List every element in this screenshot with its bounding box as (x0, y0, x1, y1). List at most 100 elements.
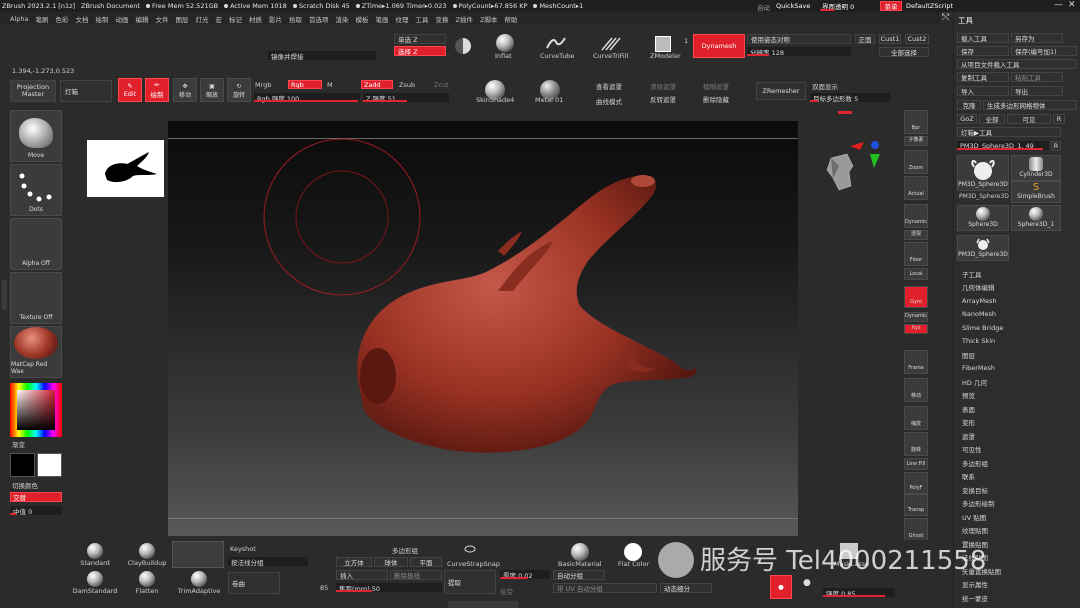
thumb-sphere3d-1[interactable]: Sphere3D_1 (1011, 205, 1061, 231)
curvetube-icon[interactable] (545, 34, 567, 52)
right-tool-button[interactable]: PolyF (904, 472, 928, 494)
tool-submenu-item[interactable]: 几何体编辑 (954, 281, 1074, 295)
menu-item[interactable]: 色彩 (55, 14, 68, 24)
switch-color-button[interactable]: 切换颜色 (12, 480, 38, 490)
select-z-button[interactable]: 选择 Z (394, 46, 446, 56)
basic-material-icon[interactable] (571, 543, 589, 561)
invert-mask-button[interactable]: 反转遮罩 (650, 94, 676, 104)
draw-mode-button[interactable]: ✏ 绘制 (145, 78, 169, 102)
thumb-cylinder3d[interactable]: Cylinder3D (1011, 155, 1061, 181)
tool-submenu-item[interactable]: UV 贴图 (954, 510, 1074, 524)
stroke-dots-thumb[interactable]: Dots (10, 164, 62, 216)
right-tool-button[interactable]: Frame (904, 350, 928, 374)
right-tool-button[interactable]: Line Fill (904, 458, 928, 470)
m-toggle[interactable]: M (327, 81, 333, 89)
tool-submenu-item[interactable]: 子工具 (954, 267, 1074, 281)
zcut-toggle[interactable]: Zcut (434, 81, 449, 89)
menu-item[interactable]: 模板 (355, 14, 368, 24)
brush-thumb[interactable]: TrimAdaptive (174, 568, 224, 595)
double-sided-button[interactable]: 双面显示 (812, 81, 838, 91)
minimize-icon[interactable]: — (1054, 0, 1063, 10)
rgb-strength-slider[interactable]: Rgb 强度 100 (254, 93, 360, 103)
load-from-project-button[interactable]: 从项目文件载入工具 (957, 59, 1077, 69)
right-tool-button[interactable]: 旋转 (904, 432, 928, 456)
lightbox-tool-button[interactable]: 灯箱▶工具 (957, 127, 1061, 137)
rgb-toggle[interactable]: Rgb (288, 80, 322, 89)
left-tray-handle[interactable] (2, 280, 7, 310)
make-polymesh-button[interactable]: 生成多边形网格物体 (983, 100, 1077, 110)
right-tool-button[interactable]: Actual (904, 176, 928, 200)
light-toggle-button[interactable]: ● (770, 575, 792, 599)
right-tool-button[interactable]: 子像素 (904, 136, 928, 146)
close-icon[interactable]: ✕ (1068, 0, 1076, 10)
menu-item[interactable]: 图层 (175, 14, 188, 24)
tool-submenu-item[interactable]: 变换目标 (954, 483, 1074, 497)
tool-submenu-item[interactable]: 遮罩 (954, 429, 1074, 443)
goz-r-button[interactable]: R (1053, 114, 1065, 124)
normal-split-button[interactable]: 按法线分组 (228, 557, 308, 567)
export-button[interactable]: 导出 (1011, 86, 1063, 96)
tool-submenu-item[interactable]: 图层 (954, 348, 1074, 362)
pin-icon[interactable]: ⤲ (942, 13, 949, 23)
tool-submenu-item[interactable]: FiberMesh (954, 362, 1074, 376)
scale-mode-button[interactable]: ▣ 缩放 (200, 78, 224, 102)
symmetry-toggle-icon[interactable] (455, 38, 471, 54)
accept-button[interactable]: 接受 (500, 586, 513, 596)
menu-item[interactable]: 宏 (215, 14, 222, 24)
menu-button[interactable]: 菜单 (880, 1, 902, 11)
menu-item[interactable]: 纹理 (395, 14, 408, 24)
brush-thumb[interactable]: Standard (70, 540, 120, 567)
keyshot-button[interactable]: Keyshot (230, 545, 256, 553)
rotate-mode-button[interactable]: ↻ 旋转 (227, 78, 251, 102)
use-pose-symmetry-button[interactable]: 使用姿态对称 (747, 34, 851, 44)
menu-item[interactable]: 帮助 (504, 14, 517, 24)
right-tool-button[interactable]: Xyz (904, 324, 928, 334)
insert-button[interactable]: 插入 (336, 570, 388, 580)
thumb-sphere3d[interactable]: Sphere3D (957, 205, 1009, 231)
menu-item[interactable]: 渲染 (335, 14, 348, 24)
tool-submenu-item[interactable]: 表面 (954, 402, 1074, 416)
clear-mask-button[interactable]: 清除遮罩 (650, 81, 676, 91)
focal-length-slider[interactable]: 焦距(mm) 50 (336, 583, 442, 593)
move-mode-button[interactable]: ✥ 移动 (173, 78, 197, 102)
flat-color-icon[interactable] (624, 543, 642, 561)
delete-poles-button[interactable]: 删除极线 (390, 570, 442, 580)
zremesher-button[interactable]: ZRemesher (756, 82, 806, 100)
save-button[interactable]: 保存 (957, 46, 1009, 56)
menu-item[interactable]: 标记 (229, 14, 242, 24)
menu-item[interactable]: 文件 (155, 14, 168, 24)
resolution-slider[interactable]: 分辨率 128 (747, 47, 851, 57)
axis-gizmo[interactable] (848, 138, 882, 172)
menu-item[interactable]: 动画 (115, 14, 128, 24)
tool-submenu-item[interactable]: 显示属性 (954, 578, 1074, 592)
brush-thumb[interactable]: DamStandard (70, 568, 120, 595)
edit-mode-button[interactable]: ✎ Edit (118, 78, 142, 102)
brush-thumb[interactable]: ClayBuildup (122, 540, 172, 567)
main-color-swatch[interactable] (10, 453, 35, 477)
dynamic-subdiv-button[interactable]: 动态细分 (660, 583, 712, 593)
select-all-button[interactable]: 全部选择 (879, 47, 929, 57)
goz-visible-button[interactable]: 可见 (1007, 114, 1051, 124)
bottom-scroll-handle[interactable] (448, 601, 518, 608)
thumb-pm3d-sphere-1[interactable]: PM3D_Sphere3D (957, 155, 1009, 191)
thumb-pm3d-sphere-2[interactable]: PM3D_Sphere3D (957, 235, 1009, 261)
menu-item[interactable]: 影片 (269, 14, 282, 24)
blur-mask-button[interactable]: 模糊遮罩 (703, 81, 729, 91)
zmodeler-icon[interactable] (655, 36, 671, 52)
right-tool-button[interactable]: Dynamic (904, 204, 928, 228)
delete-hidden-button[interactable]: 删除隐藏 (703, 94, 729, 104)
menu-item[interactable]: 变换 (435, 14, 448, 24)
paste-tool-button[interactable]: 粘贴工具 (1011, 72, 1063, 82)
lightbox-button[interactable]: 灯箱 (60, 80, 112, 102)
front-button[interactable]: 正面 (855, 34, 875, 44)
z-strength-slider[interactable]: Z 强度 51 (363, 93, 449, 103)
auto-group-uv-button[interactable]: 带 UV 自动分组 (553, 583, 657, 593)
auto-group-button[interactable]: 自动分组 (553, 570, 605, 580)
save-as-button[interactable]: 另存为 (1011, 33, 1063, 43)
menu-item[interactable]: 笔画 (375, 14, 388, 24)
gradient-toggle[interactable]: 渐变 (12, 439, 25, 449)
viewport-canvas[interactable] (168, 121, 798, 536)
dynamesh-button[interactable]: Dynamesh (693, 34, 745, 58)
color-picker-hue[interactable] (10, 383, 62, 437)
tool-submenu-item[interactable]: NanoMesh (954, 308, 1074, 322)
